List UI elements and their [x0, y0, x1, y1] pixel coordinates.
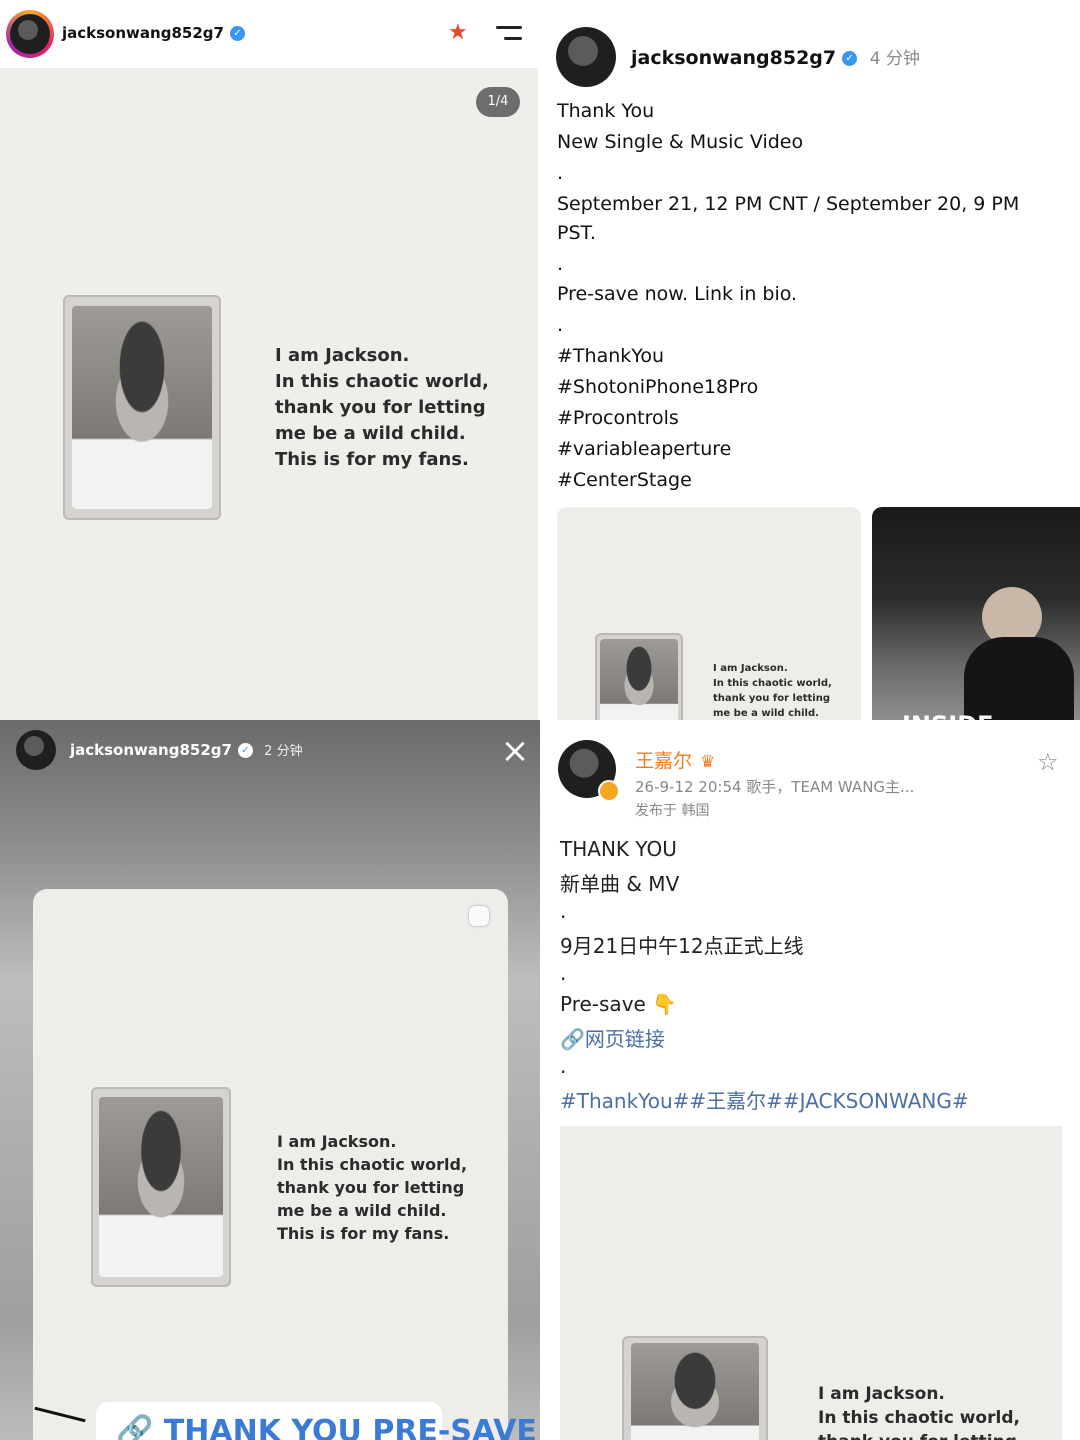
hashtag[interactable]: #Procontrols	[557, 407, 679, 429]
close-icon[interactable]: ×	[500, 734, 530, 768]
caption-line: New Single & Music Video	[557, 131, 804, 153]
childhood-photo	[595, 633, 683, 720]
post-time: 2 分钟	[264, 744, 303, 759]
card-line: I am Jackson.	[818, 1384, 945, 1404]
card-line: This is for my fans.	[277, 1224, 450, 1243]
caption-line: .	[557, 314, 564, 336]
childhood-photo	[91, 1087, 231, 1287]
card-line: In this chaotic world,	[275, 371, 489, 392]
web-link[interactable]: 🔗网页链接	[560, 1023, 665, 1052]
card-line: In this chaotic world,	[818, 1408, 1020, 1428]
card-line: me be a wild child.	[275, 423, 466, 444]
post-line: .	[560, 1054, 567, 1078]
weibo-panel: 王嘉尔 ♛ 26-9-12 20:54 歌手，TEAM WANG主... 发布于 …	[540, 720, 1080, 1440]
card-message: I am Jackson. In this chaotic world, tha…	[275, 343, 489, 473]
verified-icon: ✓	[842, 51, 858, 66]
star-icon[interactable]: ☆	[1037, 748, 1059, 776]
caption-line: .	[557, 162, 564, 184]
verified-icon: ✓	[237, 743, 253, 758]
card-line: I am Jackson.	[713, 663, 788, 674]
thumb-overlay-text: INSIDE	[902, 711, 994, 720]
hashtag[interactable]: #ThankYou	[557, 345, 664, 367]
post-image[interactable]: I am Jackson. In this chaotic world, tha…	[560, 1126, 1062, 1440]
person-photo	[964, 637, 1074, 720]
card-line: thank you for letting	[818, 1430, 1020, 1440]
hashtag[interactable]: #CenterStage	[557, 469, 692, 491]
presave-link-sticker[interactable]: 🔗 THANK YOU PRE-SAVE	[96, 1402, 537, 1440]
ig-post-header: jacksonwang852g7 ✓ ★	[0, 0, 538, 68]
username-text[interactable]: 王嘉尔	[635, 750, 692, 772]
avatar[interactable]	[10, 14, 50, 54]
username-text[interactable]: jacksonwang852g7	[631, 47, 836, 69]
childhood-photo	[63, 295, 221, 520]
link-text[interactable]: 网页链接	[585, 1027, 665, 1051]
thumbnail-1[interactable]: I am Jackson. In this chaotic world, tha…	[557, 507, 861, 720]
card-line: In this chaotic world,	[277, 1155, 468, 1174]
username[interactable]: jacksonwang852g7 ✓ 2 分钟	[70, 740, 303, 759]
thumbnail-2[interactable]: INSIDE	[872, 507, 1080, 720]
card-line: I am Jackson.	[277, 1132, 397, 1151]
card-message: I am Jackson. In this chaotic world, tha…	[277, 1130, 467, 1245]
username[interactable]: jacksonwang852g7 ✓	[62, 24, 245, 42]
card-line: This is for my fans.	[275, 449, 469, 470]
story-panel: jacksonwang852g7 ✓ 2 分钟 × I am Jackson. I…	[0, 720, 540, 1440]
card-line: I am Jackson.	[275, 345, 410, 366]
post-line: .	[560, 961, 567, 985]
username[interactable]: jacksonwang852g7 ✓ 4 分钟	[631, 44, 920, 69]
post-line: Pre-save 👇	[560, 992, 678, 1016]
username-text[interactable]: jacksonwang852g7	[70, 741, 232, 759]
card-line: me be a wild child.	[713, 708, 819, 719]
image-counter: 1/4	[476, 87, 520, 117]
caption-line: .	[557, 253, 564, 275]
post-line: .	[560, 899, 567, 923]
post-location: 发布于 韩国	[635, 803, 710, 819]
weibo-username[interactable]: 王嘉尔 ♛	[635, 746, 715, 773]
childhood-photo	[622, 1336, 768, 1440]
card-line: In this chaotic world,	[713, 678, 832, 689]
hashtag[interactable]: #ShotoniPhone18Pro	[557, 376, 758, 398]
username-text[interactable]: jacksonwang852g7	[62, 24, 224, 42]
link-icon: 🔗	[560, 1027, 585, 1051]
crown-icon: ♛	[700, 752, 716, 772]
avatar[interactable]	[16, 730, 56, 770]
caption-line: Thank You	[557, 100, 655, 122]
card-message: I am Jackson. In this chaotic world, tha…	[818, 1382, 1020, 1440]
story-card: I am Jackson. In this chaotic world, tha…	[33, 889, 508, 1440]
post-meta: 26-9-12 20:54 歌手，TEAM WANG主...	[635, 778, 915, 796]
ig-post-panel: jacksonwang852g7 ✓ ★ 1/4 I am Jackson. In…	[0, 0, 538, 720]
hashtag[interactable]: #variableaperture	[557, 438, 731, 460]
avatar[interactable]	[556, 27, 616, 87]
verified-icon	[598, 780, 620, 802]
caption-line: PST.	[557, 222, 596, 244]
card-message: I am Jackson. In this chaotic world, tha…	[713, 661, 832, 720]
caption-line: Pre-save now. Link in bio.	[557, 283, 798, 305]
star-icon[interactable]: ★	[448, 20, 468, 45]
hashtags[interactable]: #ThankYou##王嘉尔##JACKSONWANG#	[560, 1085, 969, 1114]
caption-panel: jacksonwang852g7 ✓ 4 分钟 Thank You New Sin…	[538, 0, 1080, 720]
post-line: THANK YOU	[560, 837, 677, 861]
caption-line: September 21, 12 PM CNT / September 20, …	[557, 193, 1020, 215]
post-line: 9月21日中午12点正式上线	[560, 934, 804, 958]
card-line: thank you for letting	[275, 397, 486, 418]
card-line: me be a wild child.	[277, 1201, 447, 1220]
post-line: 新单曲 & MV	[560, 872, 680, 896]
card-line: thank you for letting	[713, 693, 830, 704]
post-time: 4 分钟	[869, 49, 920, 69]
card-line: thank you for letting	[277, 1178, 465, 1197]
verified-icon: ✓	[229, 26, 245, 41]
menu-icon[interactable]	[496, 26, 522, 40]
sticker-dot	[469, 906, 489, 926]
